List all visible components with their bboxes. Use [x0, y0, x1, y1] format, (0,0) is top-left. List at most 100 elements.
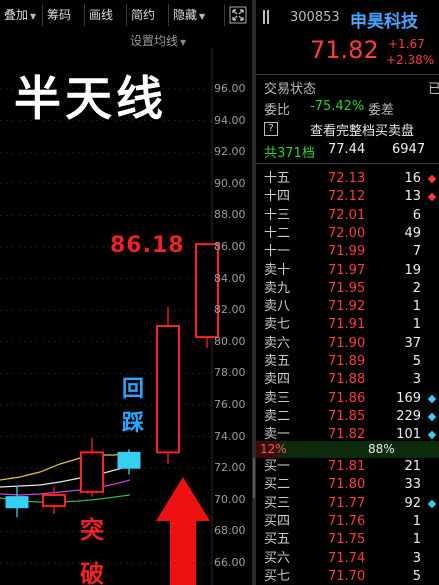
sell-ratio-label: 12% [260, 442, 287, 456]
orderbook-price: 72.01 [328, 207, 366, 223]
ma-line [0, 451, 131, 481]
orderbook-volume: 5 [412, 354, 421, 369]
orderbook-row[interactable]: 十二 72.00 49 [256, 225, 439, 243]
hide-button[interactable]: 隐藏 ▼ [169, 4, 225, 26]
orderbook-volume: 19 [404, 262, 421, 278]
orderbook-price: 71.80 [328, 477, 366, 493]
orderbook-level-label: 十四 [264, 189, 291, 205]
orderbook-price: 71.76 [328, 513, 366, 529]
orderbook-row[interactable]: 卖七 71.91 1 [256, 316, 439, 334]
menu-icon[interactable] [262, 10, 274, 24]
price-axis-tick: 90.00 [214, 176, 246, 190]
orderbook-price: 71.74 [328, 550, 366, 566]
orderbook-row[interactable]: 买五 71.75 1 [256, 531, 439, 549]
orderbook-price: 71.70 [328, 568, 366, 584]
orderbook-row[interactable]: 卖十 71.97 19 [256, 262, 439, 280]
orderbook-volume: 33 [404, 477, 421, 493]
diamond-icon [427, 430, 437, 440]
orderbook-row[interactable]: 十三 72.01 6 [256, 207, 439, 225]
orderbook-price: 71.75 [328, 532, 366, 548]
orderbook-level-label: 买五 [264, 532, 291, 548]
orderbook-row[interactable]: 卖二 71.85 229 [256, 408, 439, 426]
orderbook-row[interactable]: 卖四 71.88 3 [256, 371, 439, 389]
price-axis-tick: 96.00 [214, 82, 246, 95]
orderbook-volume: 169 [396, 390, 421, 406]
orderbook-level-label: 十二 [264, 225, 291, 241]
orderbook-price: 71.85 [328, 408, 366, 424]
ma-setting-button[interactable]: 设置均线 ▼ [130, 32, 186, 49]
orderbook-row[interactable]: 十四 72.12 13 [256, 188, 439, 206]
stock-name[interactable]: 申昊科技 [350, 7, 418, 32]
orderbook-level-label: 买六 [264, 550, 291, 566]
high-price-label: 86.18 [110, 233, 185, 258]
price-axis-tick: 84.00 [214, 271, 246, 285]
orderbook-row[interactable]: 卖六 71.90 37 [256, 335, 439, 353]
orderbook-row[interactable]: 卖九 71.95 2 [256, 280, 439, 298]
price-axis-tick: 74.00 [214, 429, 246, 443]
price-change: +1.67 [388, 37, 425, 51]
orderbook-level-label: 买一 [264, 459, 291, 474]
orderbook-volume: 21 [404, 459, 421, 474]
orderbook-row[interactable]: 卖五 71.89 5 [256, 353, 439, 371]
orderbook-price: 72.13 [328, 171, 366, 186]
orderbook-row[interactable]: 买七 71.70 5 [256, 568, 439, 585]
orderbook-row[interactable]: 买四 71.76 1 [256, 513, 439, 531]
divider [256, 74, 439, 75]
candle-body [195, 243, 219, 339]
price-axis-tick: 70.00 [214, 492, 246, 506]
stock-header: 300853 申昊科技 [256, 6, 439, 32]
buy-sell-ratio-bar: 12% 88% [256, 441, 439, 458]
divider [256, 163, 439, 164]
diamond-icon [427, 499, 437, 508]
orderbook-row[interactable]: 买二 71.80 33 [256, 476, 439, 494]
orderbook-level-label: 十一 [264, 244, 291, 260]
wei-bi-value: -75.42% [310, 99, 365, 114]
orderbook-level-label: 卖三 [264, 390, 291, 406]
last-price: 71.82 [310, 36, 379, 64]
overlay-button[interactable]: 叠加 ▼ [0, 4, 43, 26]
orderbook-volume: 92 [404, 495, 421, 511]
price-axis-tick: 66.00 [214, 556, 246, 569]
trade-status-value: 已 [428, 82, 439, 97]
simple-mode-button[interactable]: 简约 [127, 4, 169, 26]
price-axis-tick: 86.00 [214, 240, 246, 253]
chip-label: 筹码 [47, 8, 72, 22]
total-levels-label: 共371档 [264, 146, 315, 161]
annotation-title: 半天线 [14, 72, 167, 127]
diamond-icon [427, 174, 437, 184]
orderbook-row[interactable]: 买三 71.77 92 [256, 495, 439, 513]
orderbook-price: 71.92 [328, 299, 366, 315]
view-full-orderbook-link[interactable]: 查看完整档买卖盘 [310, 120, 414, 139]
orderbook-volume: 7 [412, 244, 421, 260]
orderbook-level-label: 卖四 [264, 372, 291, 388]
total-levels-row: 共371档 77.44 6947 [264, 142, 425, 161]
candle-body [156, 325, 180, 454]
chip-distribution-button[interactable]: 筹码 [43, 4, 85, 26]
chevron-down-icon: ▼ [30, 12, 37, 21]
draw-line-button[interactable]: 画线 [85, 4, 127, 26]
orderbook-price: 72.00 [328, 225, 366, 241]
orderbook-level-label: 卖九 [264, 280, 291, 296]
orderbook-volume: 3 [412, 372, 421, 388]
orderbook-volume: 1 [412, 513, 421, 529]
diamond-icon [427, 412, 437, 422]
help-icon[interactable]: ? [264, 122, 278, 136]
annotation-pullback: 回踩 [121, 376, 144, 436]
orderbook-price: 71.88 [328, 372, 366, 388]
orderbook-row[interactable]: 买一 71.81 21 [256, 458, 439, 476]
hide-label: 隐藏 [173, 8, 198, 22]
orderbook-level-label: 十五 [264, 171, 291, 186]
orderbook-row[interactable]: 十五 72.13 16 [256, 170, 439, 188]
orderbook-volume: 3 [412, 550, 421, 566]
orderbook-row[interactable]: 卖三 71.86 169 [256, 390, 439, 408]
orderbook-row[interactable]: 卖八 71.92 1 [256, 298, 439, 316]
orderbook-price: 71.86 [328, 390, 366, 406]
price-axis-tick: 82.00 [214, 303, 246, 317]
expand-icon[interactable] [229, 6, 247, 24]
orderbook-volume: 49 [404, 225, 421, 241]
orderbook-row[interactable]: 十一 71.99 7 [256, 243, 439, 261]
wei-cha-label: 委差 [368, 103, 395, 118]
price-axis-tick: 88.00 [214, 208, 246, 222]
orderbook-row[interactable]: 买六 71.74 3 [256, 550, 439, 568]
price-axis-tick: 78.00 [214, 366, 246, 380]
